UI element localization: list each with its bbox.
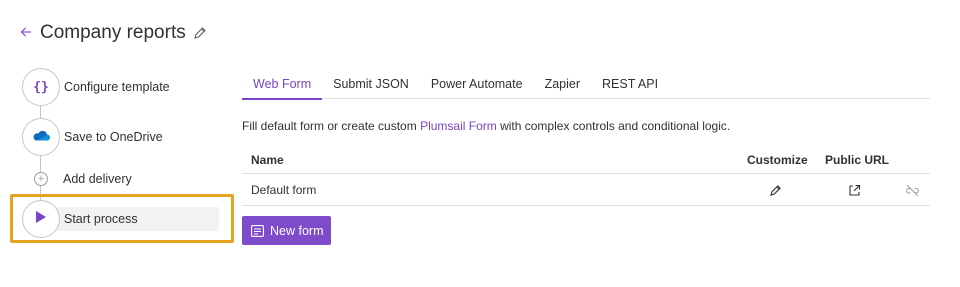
column-header-name: Name: [251, 153, 284, 167]
form-name-cell: Default form: [251, 183, 317, 197]
open-external-icon[interactable]: [846, 182, 862, 198]
tab-power-automate[interactable]: Power Automate: [420, 72, 534, 99]
tab-submit-json[interactable]: Submit JSON: [322, 72, 420, 99]
unlink-icon[interactable]: [904, 182, 920, 198]
tab-rest-api[interactable]: REST API: [591, 72, 669, 99]
onedrive-icon: [32, 128, 50, 146]
step-save-to-onedrive[interactable]: Save to OneDrive: [14, 118, 163, 156]
tab-zapier[interactable]: Zapier: [534, 72, 591, 99]
step-label: Save to OneDrive: [64, 130, 163, 144]
step-configure-template[interactable]: {} Configure template: [14, 68, 170, 106]
form-description: Fill default form or create custom Plums…: [242, 119, 730, 133]
pencil-icon[interactable]: [193, 26, 207, 40]
form-icon: [251, 224, 264, 237]
column-header-public-url: Public URL: [825, 153, 890, 167]
new-form-button[interactable]: New form: [242, 216, 331, 245]
description-text-end: with complex controls and conditional lo…: [496, 119, 731, 133]
description-text: Fill default form or create custom: [242, 119, 421, 133]
tab-web-form[interactable]: Web Form: [242, 72, 323, 100]
plumsail-form-link[interactable]: Plumsail Form: [420, 119, 497, 133]
step-circle: [22, 118, 60, 156]
pencil-icon[interactable]: [767, 182, 783, 198]
table-header-row: Name Customize Public URL: [242, 150, 930, 174]
new-form-label: New form: [270, 223, 324, 238]
highlight-frame: [10, 194, 234, 243]
curly-braces-icon: {}: [33, 79, 49, 95]
page-title: Company reports: [40, 22, 186, 43]
column-header-customize: Customize: [747, 153, 808, 167]
forms-table: Name Customize Public URL Default form: [242, 150, 930, 206]
tab-bar: Web Form Submit JSON Power Automate Zapi…: [242, 72, 930, 100]
page-header: Company reports: [20, 20, 207, 46]
step-label: Add delivery: [63, 172, 132, 186]
back-arrow-icon[interactable]: [20, 25, 34, 41]
plus-icon[interactable]: +: [34, 172, 48, 186]
table-row[interactable]: Default form: [242, 174, 930, 206]
step-circle: {}: [22, 68, 60, 106]
step-label: Configure template: [64, 80, 170, 94]
step-add-delivery[interactable]: + Add delivery: [14, 172, 132, 186]
